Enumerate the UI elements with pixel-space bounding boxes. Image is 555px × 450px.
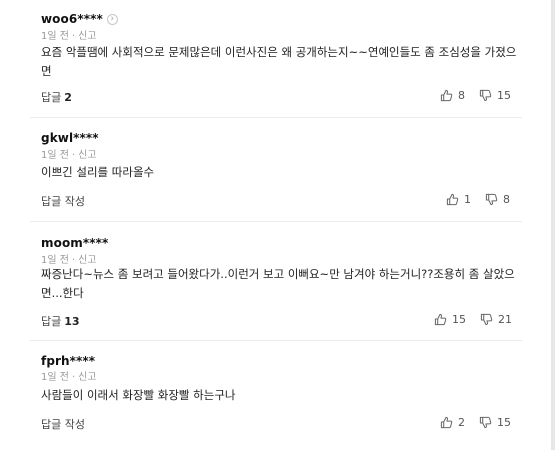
like-count: 8 <box>458 89 465 102</box>
thumbs-up-icon <box>440 416 453 429</box>
reply-label: 답글 <box>41 315 62 328</box>
comment-author-line: moom**** <box>41 236 108 250</box>
comment-text: 사람들이 이래서 화장빨 화장빨 하는구나 <box>41 388 236 402</box>
thumbs-down-icon <box>480 313 493 326</box>
thumbs-up-icon <box>440 89 453 102</box>
reply-label: 답글 작성 <box>41 418 85 431</box>
like-button[interactable]: 8 <box>440 89 465 102</box>
like-button[interactable]: 2 <box>440 416 465 429</box>
comment-meta: 1일 전 · 신고 <box>41 31 97 42</box>
comment-divider <box>30 221 522 222</box>
like-button[interactable]: 15 <box>434 313 466 326</box>
dislike-count: 8 <box>503 193 510 206</box>
thumbs-down-icon <box>479 416 492 429</box>
comment-username[interactable]: gkwl**** <box>41 131 99 145</box>
vote-group: 15 21 <box>434 313 512 326</box>
report-link[interactable]: 신고 <box>78 372 96 383</box>
dislike-button[interactable]: 15 <box>479 416 511 429</box>
comment-meta: 1일 전 · 신고 <box>41 255 97 266</box>
reply-label: 답글 작성 <box>41 195 85 208</box>
like-count: 2 <box>458 416 465 429</box>
report-link[interactable]: 신고 <box>78 31 96 42</box>
like-button[interactable]: 1 <box>446 193 471 206</box>
report-link[interactable]: 신고 <box>78 150 96 161</box>
comment-text: 요즘 악플땜에 사회적으로 문제많은데 이런사진은 왜 공개하는지~~연예인들도… <box>41 45 517 78</box>
comment-divider <box>30 117 522 118</box>
vote-group: 8 15 <box>440 89 511 102</box>
comment-username[interactable]: fprh**** <box>41 354 95 368</box>
vote-group: 1 8 <box>446 193 510 206</box>
reply-button[interactable]: 답글 2 <box>41 89 72 105</box>
comment-time: 1일 전 <box>41 150 69 161</box>
thumbs-up-icon <box>446 193 459 206</box>
thumbs-up-icon <box>434 313 447 326</box>
comment-text: 이쁘긴 설리를 따라올수 <box>41 165 155 179</box>
reply-count: 2 <box>64 91 72 104</box>
reply-count: 13 <box>64 315 80 328</box>
reply-button[interactable]: 답글 작성 <box>41 193 85 209</box>
page-edge <box>551 0 555 450</box>
thumbs-down-icon <box>479 89 492 102</box>
thumbs-down-icon <box>485 193 498 206</box>
comment-text: 짜증난다~뉴스 좀 보려고 들어왔다가..이런거 보고 이뻐요~만 남겨야 하는… <box>41 267 515 300</box>
comment-time: 1일 전 <box>41 372 69 383</box>
comment-author-line: woo6**** › <box>41 12 118 26</box>
comment-divider <box>30 340 522 341</box>
dislike-button[interactable]: 8 <box>485 193 510 206</box>
dislike-count: 15 <box>497 89 511 102</box>
comment-username[interactable]: moom**** <box>41 236 108 250</box>
comment-author-line: gkwl**** <box>41 131 99 145</box>
dislike-count: 15 <box>497 416 511 429</box>
chevron-right-icon[interactable]: › <box>106 13 118 25</box>
reply-button[interactable]: 답글 작성 <box>41 416 85 432</box>
like-count: 15 <box>452 313 466 326</box>
comment-username[interactable]: woo6**** <box>41 12 103 26</box>
like-count: 1 <box>464 193 471 206</box>
dislike-button[interactable]: 15 <box>479 89 511 102</box>
dislike-button[interactable]: 21 <box>480 313 512 326</box>
comment-meta: 1일 전 · 신고 <box>41 372 97 383</box>
comment-meta: 1일 전 · 신고 <box>41 150 97 161</box>
reply-button[interactable]: 답글 13 <box>41 313 80 329</box>
vote-group: 2 15 <box>440 416 511 429</box>
comment-author-line: fprh**** <box>41 354 95 368</box>
reply-label: 답글 <box>41 91 62 104</box>
comment-time: 1일 전 <box>41 31 69 42</box>
dislike-count: 21 <box>498 313 512 326</box>
